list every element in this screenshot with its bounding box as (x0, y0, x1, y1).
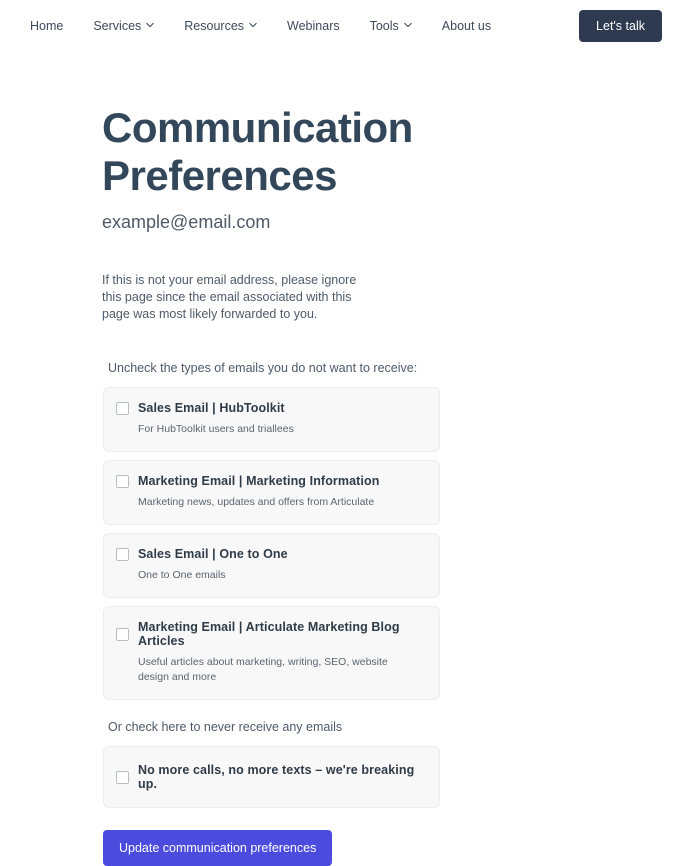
nav-item-label: Resources (184, 19, 245, 33)
option-description: Useful articles about marketing, writing… (138, 656, 388, 683)
nav-item-label: About us (441, 19, 492, 33)
checkbox-marketing-email-marketing-information[interactable] (116, 474, 129, 488)
intro-paragraph: If this is not your email address, pleas… (102, 272, 357, 321)
lets-talk-button[interactable]: Let's talk (579, 10, 662, 42)
user-email: example@email.com (102, 212, 271, 232)
option-description: For HubToolkit users and triallees (138, 423, 294, 435)
uncheck-instruction: Uncheck the types of emails you do not w… (108, 361, 418, 375)
nav-item-label: Tools (369, 19, 399, 33)
chevron-down-icon (249, 21, 257, 29)
option-title: No more calls, no more texts – we're bre… (138, 763, 415, 791)
checkbox-sales-email-hubtoolkit[interactable] (116, 401, 129, 415)
option-header: Sales Email | One to One (116, 547, 425, 561)
page-title: Communication Preferences (102, 104, 413, 199)
nav-item-label: Services (93, 19, 142, 33)
option-description: One to One emails (138, 569, 226, 581)
option-header: Marketing Email | Marketing Information (116, 474, 425, 488)
nav-item-webinars[interactable]: Webinars (272, 13, 355, 39)
checkbox-sales-email-one-to-one[interactable] (116, 547, 129, 561)
chevron-down-icon (404, 21, 412, 29)
subscription-option-card[interactable]: Marketing Email | Marketing Information … (103, 460, 440, 525)
checkbox-marketing-email-blog-articles[interactable] (116, 627, 129, 641)
option-header: Marketing Email | Articulate Marketing B… (116, 620, 425, 648)
unsubscribe-all-card[interactable]: No more calls, no more texts – we're bre… (103, 746, 440, 808)
top-navigation-bar: Home Services Resources Webinars Tools A… (0, 0, 680, 52)
subscription-options-list: Sales Email | HubToolkit For HubToolkit … (0, 375, 680, 700)
unsubscribe-all-instruction: Or check here to never receive any email… (108, 720, 343, 734)
chevron-down-icon (146, 21, 155, 29)
option-header: No more calls, no more texts – we're bre… (116, 763, 425, 791)
option-title: Sales Email | One to One (138, 547, 288, 561)
nav-item-label: Home (30, 19, 64, 33)
option-header: Sales Email | HubToolkit (116, 401, 425, 415)
subscription-option-card[interactable]: Sales Email | One to One One to One emai… (103, 533, 440, 598)
nav-item-resources[interactable]: Resources (169, 13, 272, 39)
option-title: Marketing Email | Articulate Marketing B… (138, 620, 400, 648)
update-communication-preferences-button[interactable]: Update communication preferences (103, 830, 333, 866)
nav-links: Home Services Resources Webinars Tools A… (30, 13, 506, 39)
submit-area: Update communication preferences (0, 808, 680, 866)
nav-item-tools[interactable]: Tools (355, 13, 427, 39)
subscription-option-card[interactable]: Marketing Email | Articulate Marketing B… (103, 606, 440, 700)
nav-item-label: Webinars (287, 19, 340, 33)
checkbox-unsubscribe-all[interactable] (116, 770, 129, 784)
option-title: Marketing Email | Marketing Information (138, 474, 380, 488)
subscription-option-card[interactable]: Sales Email | HubToolkit For HubToolkit … (103, 387, 440, 452)
option-title: Sales Email | HubToolkit (138, 401, 285, 415)
nav-item-services[interactable]: Services (78, 13, 169, 39)
option-description: Marketing news, updates and offers from … (138, 496, 375, 508)
nav-item-about-us[interactable]: About us (427, 13, 506, 39)
page-content: Communication Preferences example@email.… (0, 52, 680, 866)
nav-item-home[interactable]: Home (30, 13, 78, 39)
